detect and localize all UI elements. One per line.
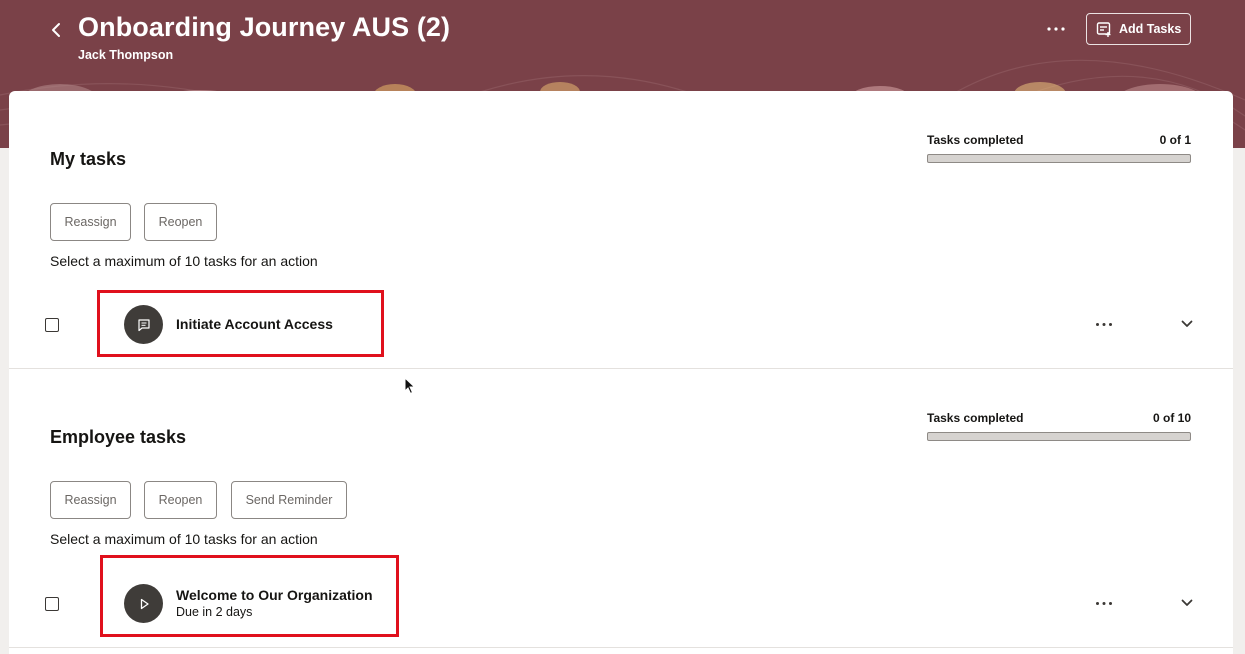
reassign-button[interactable]: Reassign (50, 203, 131, 241)
section-title: My tasks (50, 149, 127, 169)
chevron-left-icon (52, 23, 60, 37)
mouse-cursor-icon (404, 377, 416, 395)
add-tasks-label: Add Tasks (1119, 22, 1182, 36)
chevron-down-icon (1181, 320, 1193, 327)
progress-label: Tasks completed (927, 411, 1024, 425)
reassign-button[interactable]: Reassign (50, 481, 131, 519)
employee-tasks-section: Employee tasks Tasks completed 0 of 10 R… (9, 369, 1233, 654)
progress-bar (927, 432, 1191, 441)
task-actions-button[interactable] (1092, 314, 1116, 334)
task-expand-button[interactable] (1177, 314, 1197, 334)
reopen-button[interactable]: Reopen (144, 481, 217, 519)
task-checkbox[interactable] (45, 597, 59, 611)
section-title: Employee tasks (50, 427, 187, 447)
more-horizontal-icon (1047, 27, 1065, 31)
chevron-down-icon (1181, 599, 1193, 606)
progress-bar (927, 154, 1191, 163)
task-expand-button[interactable] (1177, 593, 1197, 613)
more-horizontal-icon (1096, 601, 1112, 605)
selection-hint: Select a maximum of 10 tasks for an acti… (50, 253, 318, 269)
send-reminder-button[interactable]: Send Reminder (231, 481, 347, 519)
section-divider (9, 647, 1233, 648)
page-subtitle: Jack Thompson (78, 48, 174, 62)
progress-label: Tasks completed (927, 133, 1024, 147)
task-type-avatar (124, 305, 163, 344)
reopen-button[interactable]: Reopen (144, 203, 217, 241)
back-button[interactable] (40, 14, 72, 46)
more-horizontal-icon (1096, 322, 1112, 326)
task-checkbox[interactable] (45, 318, 59, 332)
progress-count: 0 of 10 (1152, 411, 1191, 425)
comment-icon (137, 318, 150, 331)
play-icon (140, 598, 149, 609)
add-tasks-button[interactable]: Add Tasks (1086, 13, 1191, 45)
task-due-date: Due in 2 days (176, 605, 253, 619)
task-name[interactable]: Initiate Account Access (176, 316, 333, 332)
tasks-card: My tasks Tasks completed 0 of 1 Reassign… (9, 91, 1233, 654)
add-list-icon (1096, 22, 1111, 37)
task-name[interactable]: Welcome to Our Organization (176, 587, 373, 603)
task-type-avatar (124, 584, 163, 623)
page-title: Onboarding Journey AUS (2) (78, 12, 451, 42)
header-more-button[interactable] (1041, 16, 1071, 42)
task-actions-button[interactable] (1092, 593, 1116, 613)
my-tasks-section: My tasks Tasks completed 0 of 1 Reassign… (9, 91, 1233, 368)
progress-count: 0 of 1 (1159, 133, 1191, 147)
selection-hint: Select a maximum of 10 tasks for an acti… (50, 531, 318, 547)
